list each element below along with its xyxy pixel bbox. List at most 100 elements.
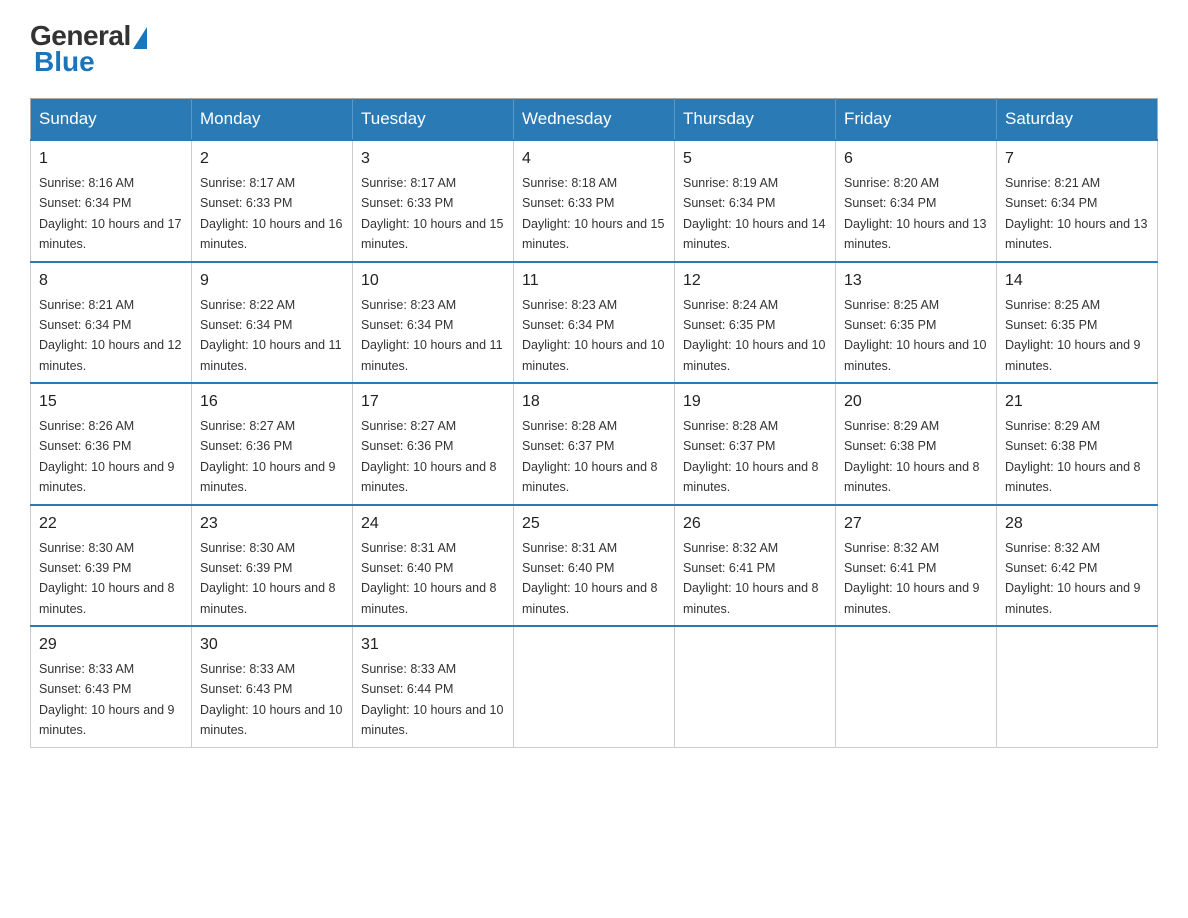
- calendar-cell: 12 Sunrise: 8:24 AMSunset: 6:35 PMDaylig…: [675, 262, 836, 384]
- day-info: Sunrise: 8:22 AMSunset: 6:34 PMDaylight:…: [200, 298, 342, 373]
- day-number: 11: [522, 269, 666, 293]
- day-number: 27: [844, 512, 988, 536]
- weekday-header-wednesday: Wednesday: [514, 99, 675, 141]
- calendar-table: SundayMondayTuesdayWednesdayThursdayFrid…: [30, 98, 1158, 748]
- day-number: 30: [200, 633, 344, 657]
- calendar-cell: 2 Sunrise: 8:17 AMSunset: 6:33 PMDayligh…: [192, 140, 353, 262]
- day-number: 22: [39, 512, 183, 536]
- day-number: 20: [844, 390, 988, 414]
- calendar-week-5: 29 Sunrise: 8:33 AMSunset: 6:43 PMDaylig…: [31, 626, 1158, 747]
- calendar-week-2: 8 Sunrise: 8:21 AMSunset: 6:34 PMDayligh…: [31, 262, 1158, 384]
- calendar-cell: [514, 626, 675, 747]
- day-info: Sunrise: 8:31 AMSunset: 6:40 PMDaylight:…: [361, 541, 497, 616]
- day-info: Sunrise: 8:30 AMSunset: 6:39 PMDaylight:…: [200, 541, 336, 616]
- calendar-cell: 31 Sunrise: 8:33 AMSunset: 6:44 PMDaylig…: [353, 626, 514, 747]
- day-number: 19: [683, 390, 827, 414]
- calendar-cell: 9 Sunrise: 8:22 AMSunset: 6:34 PMDayligh…: [192, 262, 353, 384]
- calendar-cell: 11 Sunrise: 8:23 AMSunset: 6:34 PMDaylig…: [514, 262, 675, 384]
- calendar-cell: [675, 626, 836, 747]
- calendar-cell: 18 Sunrise: 8:28 AMSunset: 6:37 PMDaylig…: [514, 383, 675, 505]
- day-number: 21: [1005, 390, 1149, 414]
- calendar-cell: 26 Sunrise: 8:32 AMSunset: 6:41 PMDaylig…: [675, 505, 836, 627]
- day-number: 24: [361, 512, 505, 536]
- day-info: Sunrise: 8:30 AMSunset: 6:39 PMDaylight:…: [39, 541, 175, 616]
- day-info: Sunrise: 8:23 AMSunset: 6:34 PMDaylight:…: [522, 298, 664, 373]
- day-number: 1: [39, 147, 183, 171]
- day-number: 4: [522, 147, 666, 171]
- calendar-cell: 7 Sunrise: 8:21 AMSunset: 6:34 PMDayligh…: [997, 140, 1158, 262]
- calendar-cell: 28 Sunrise: 8:32 AMSunset: 6:42 PMDaylig…: [997, 505, 1158, 627]
- day-info: Sunrise: 8:16 AMSunset: 6:34 PMDaylight:…: [39, 176, 181, 251]
- calendar-cell: 5 Sunrise: 8:19 AMSunset: 6:34 PMDayligh…: [675, 140, 836, 262]
- calendar-cell: 27 Sunrise: 8:32 AMSunset: 6:41 PMDaylig…: [836, 505, 997, 627]
- logo-blue-text: Blue: [34, 46, 95, 78]
- day-info: Sunrise: 8:28 AMSunset: 6:37 PMDaylight:…: [683, 419, 819, 494]
- day-number: 12: [683, 269, 827, 293]
- calendar-cell: 3 Sunrise: 8:17 AMSunset: 6:33 PMDayligh…: [353, 140, 514, 262]
- calendar-cell: 6 Sunrise: 8:20 AMSunset: 6:34 PMDayligh…: [836, 140, 997, 262]
- day-number: 15: [39, 390, 183, 414]
- calendar-cell: 30 Sunrise: 8:33 AMSunset: 6:43 PMDaylig…: [192, 626, 353, 747]
- calendar-cell: 19 Sunrise: 8:28 AMSunset: 6:37 PMDaylig…: [675, 383, 836, 505]
- day-number: 23: [200, 512, 344, 536]
- day-number: 26: [683, 512, 827, 536]
- day-number: 5: [683, 147, 827, 171]
- calendar-cell: 15 Sunrise: 8:26 AMSunset: 6:36 PMDaylig…: [31, 383, 192, 505]
- day-info: Sunrise: 8:32 AMSunset: 6:41 PMDaylight:…: [683, 541, 819, 616]
- day-info: Sunrise: 8:17 AMSunset: 6:33 PMDaylight:…: [200, 176, 342, 251]
- day-info: Sunrise: 8:31 AMSunset: 6:40 PMDaylight:…: [522, 541, 658, 616]
- day-info: Sunrise: 8:21 AMSunset: 6:34 PMDaylight:…: [1005, 176, 1147, 251]
- day-info: Sunrise: 8:20 AMSunset: 6:34 PMDaylight:…: [844, 176, 986, 251]
- calendar-cell: 8 Sunrise: 8:21 AMSunset: 6:34 PMDayligh…: [31, 262, 192, 384]
- logo-triangle-icon: [133, 27, 147, 49]
- calendar-week-1: 1 Sunrise: 8:16 AMSunset: 6:34 PMDayligh…: [31, 140, 1158, 262]
- day-info: Sunrise: 8:32 AMSunset: 6:41 PMDaylight:…: [844, 541, 980, 616]
- calendar-cell: 29 Sunrise: 8:33 AMSunset: 6:43 PMDaylig…: [31, 626, 192, 747]
- weekday-header-monday: Monday: [192, 99, 353, 141]
- calendar-cell: 22 Sunrise: 8:30 AMSunset: 6:39 PMDaylig…: [31, 505, 192, 627]
- calendar-cell: 21 Sunrise: 8:29 AMSunset: 6:38 PMDaylig…: [997, 383, 1158, 505]
- calendar-cell: 25 Sunrise: 8:31 AMSunset: 6:40 PMDaylig…: [514, 505, 675, 627]
- day-info: Sunrise: 8:32 AMSunset: 6:42 PMDaylight:…: [1005, 541, 1141, 616]
- calendar-cell: [836, 626, 997, 747]
- logo: General Blue: [30, 20, 147, 78]
- calendar-cell: 16 Sunrise: 8:27 AMSunset: 6:36 PMDaylig…: [192, 383, 353, 505]
- day-info: Sunrise: 8:18 AMSunset: 6:33 PMDaylight:…: [522, 176, 664, 251]
- day-info: Sunrise: 8:19 AMSunset: 6:34 PMDaylight:…: [683, 176, 825, 251]
- day-info: Sunrise: 8:33 AMSunset: 6:43 PMDaylight:…: [200, 662, 342, 737]
- weekday-header-sunday: Sunday: [31, 99, 192, 141]
- calendar-cell: [997, 626, 1158, 747]
- weekday-header-friday: Friday: [836, 99, 997, 141]
- day-number: 14: [1005, 269, 1149, 293]
- calendar-cell: 13 Sunrise: 8:25 AMSunset: 6:35 PMDaylig…: [836, 262, 997, 384]
- day-number: 25: [522, 512, 666, 536]
- calendar-cell: 17 Sunrise: 8:27 AMSunset: 6:36 PMDaylig…: [353, 383, 514, 505]
- day-info: Sunrise: 8:24 AMSunset: 6:35 PMDaylight:…: [683, 298, 825, 373]
- day-number: 2: [200, 147, 344, 171]
- day-number: 31: [361, 633, 505, 657]
- day-number: 7: [1005, 147, 1149, 171]
- day-info: Sunrise: 8:21 AMSunset: 6:34 PMDaylight:…: [39, 298, 181, 373]
- calendar-cell: 10 Sunrise: 8:23 AMSunset: 6:34 PMDaylig…: [353, 262, 514, 384]
- day-info: Sunrise: 8:25 AMSunset: 6:35 PMDaylight:…: [1005, 298, 1141, 373]
- day-number: 9: [200, 269, 344, 293]
- weekday-header-thursday: Thursday: [675, 99, 836, 141]
- weekday-header-saturday: Saturday: [997, 99, 1158, 141]
- calendar-cell: 24 Sunrise: 8:31 AMSunset: 6:40 PMDaylig…: [353, 505, 514, 627]
- day-number: 10: [361, 269, 505, 293]
- day-number: 6: [844, 147, 988, 171]
- day-info: Sunrise: 8:27 AMSunset: 6:36 PMDaylight:…: [361, 419, 497, 494]
- day-number: 3: [361, 147, 505, 171]
- day-number: 18: [522, 390, 666, 414]
- day-info: Sunrise: 8:33 AMSunset: 6:44 PMDaylight:…: [361, 662, 503, 737]
- page-header: General Blue: [30, 20, 1158, 78]
- day-info: Sunrise: 8:29 AMSunset: 6:38 PMDaylight:…: [844, 419, 980, 494]
- day-info: Sunrise: 8:26 AMSunset: 6:36 PMDaylight:…: [39, 419, 175, 494]
- day-info: Sunrise: 8:33 AMSunset: 6:43 PMDaylight:…: [39, 662, 175, 737]
- day-info: Sunrise: 8:27 AMSunset: 6:36 PMDaylight:…: [200, 419, 336, 494]
- day-number: 29: [39, 633, 183, 657]
- day-info: Sunrise: 8:29 AMSunset: 6:38 PMDaylight:…: [1005, 419, 1141, 494]
- day-info: Sunrise: 8:28 AMSunset: 6:37 PMDaylight:…: [522, 419, 658, 494]
- calendar-week-3: 15 Sunrise: 8:26 AMSunset: 6:36 PMDaylig…: [31, 383, 1158, 505]
- day-number: 8: [39, 269, 183, 293]
